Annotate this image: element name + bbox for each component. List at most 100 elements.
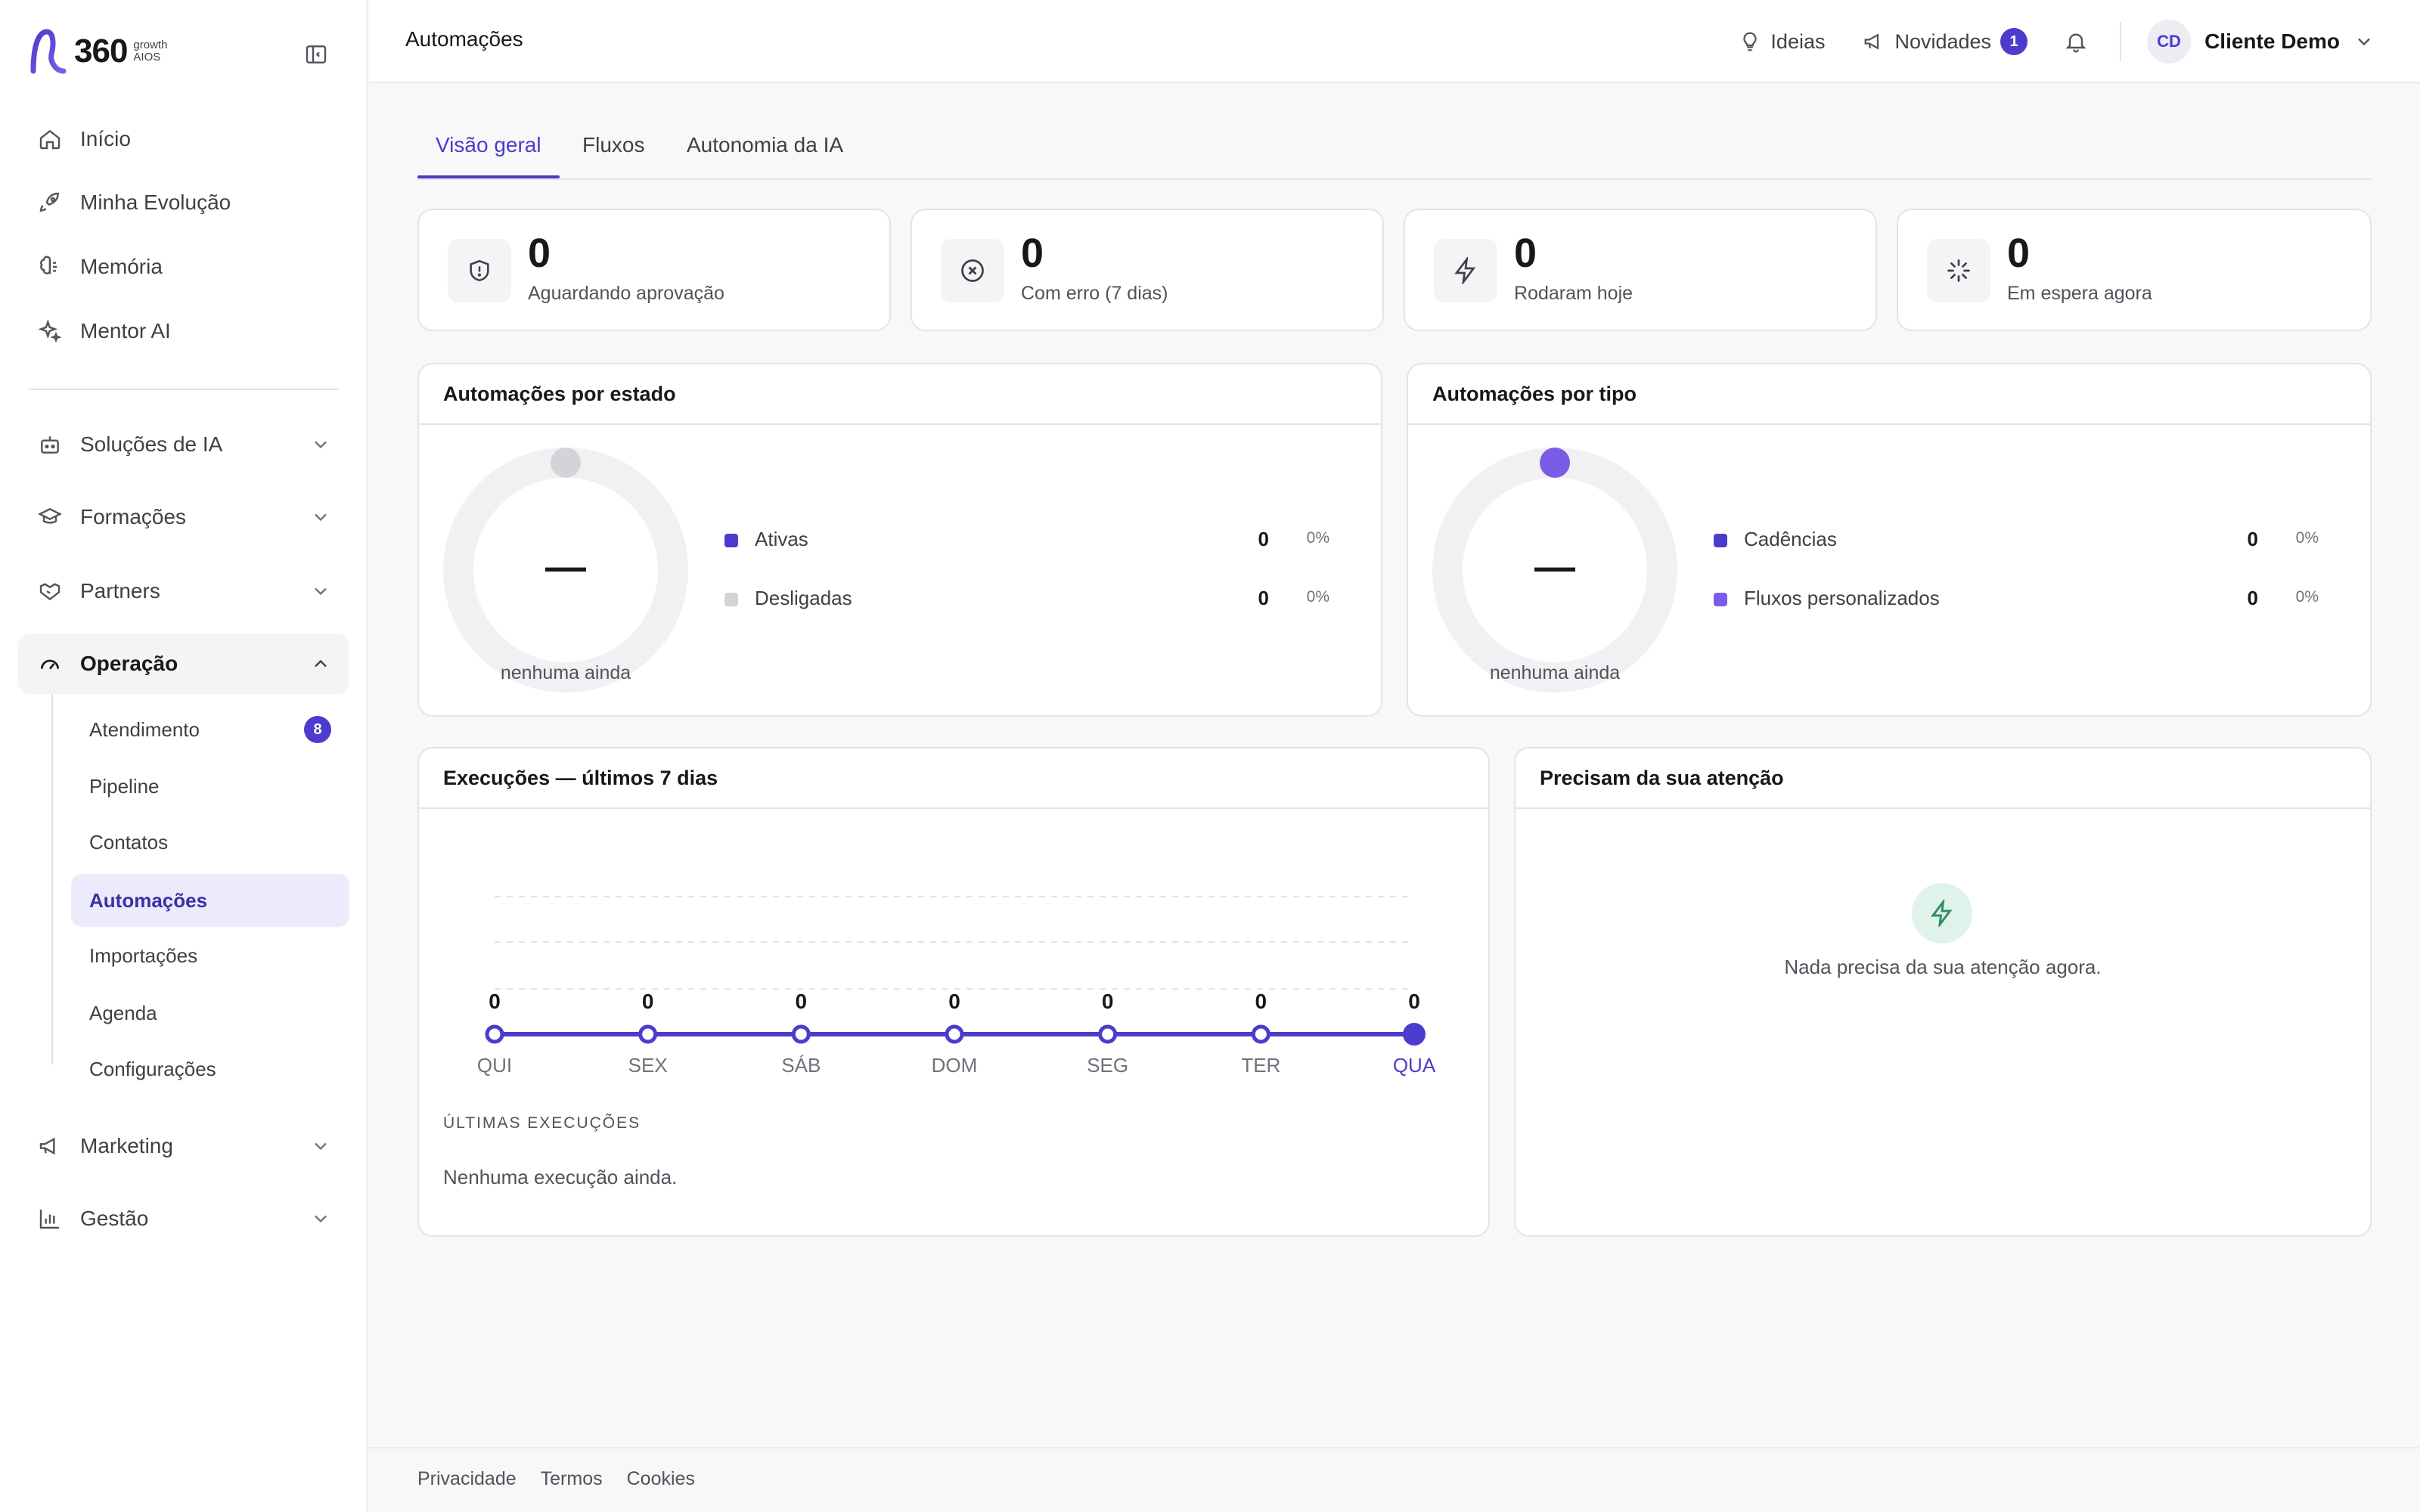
stat-value: 0 (1021, 231, 1044, 276)
donut-chart-tipo: — nenhuma ainda (1432, 448, 1677, 692)
card-execucoes: Execuções — últimos 7 dias 0 QUI 0 SEX 0 SÁB 0… (417, 747, 1490, 1237)
data-point-3[interactable] (945, 1024, 964, 1044)
chevron-down-icon (315, 1142, 327, 1151)
data-point-0[interactable] (485, 1024, 504, 1044)
megaphone-icon (36, 1132, 64, 1160)
brand-sub: growth AIOS (133, 39, 167, 64)
x-tick-label-5: TER (1241, 1054, 1280, 1077)
sidebar-subitem-automacoes[interactable]: Automações (71, 874, 349, 927)
sidebar-item-operacao[interactable]: Operação (18, 634, 349, 694)
chevron-down-icon (315, 587, 327, 596)
ideas-link[interactable]: Ideias (1739, 30, 1825, 54)
tab-label: Fluxos (582, 133, 645, 156)
avatar[interactable]: CD (2147, 20, 2192, 64)
card-title: Execuções — últimos 7 dias (419, 748, 1488, 809)
topbar-separator (2120, 22, 2122, 61)
loader-icon (1927, 239, 1990, 302)
sidebar-item-gestao[interactable]: Gestão (18, 1188, 349, 1249)
tab-visao-geral[interactable]: Visão geral (436, 133, 541, 180)
sidebar-item-formacoes[interactable]: Formações (18, 487, 349, 547)
bar-chart-icon (36, 1205, 64, 1232)
data-point-1[interactable] (638, 1024, 658, 1044)
sidebar: 360 growth AIOS Início Minha Evolução Me… (0, 0, 368, 1512)
stat-label: Em espera agora (2007, 283, 2152, 304)
active-tab-indicator (417, 175, 560, 178)
x-tick-label-6: QUA (1393, 1054, 1436, 1077)
sidebar-item-mentor-ai[interactable]: Mentor AI (18, 301, 349, 361)
lightbulb-icon (1743, 32, 1758, 51)
sidebar-subitem-label: Pipeline (89, 774, 160, 798)
data-point-2[interactable] (791, 1024, 811, 1044)
stat-label: Com erro (7 dias) (1021, 283, 1168, 304)
donut-marker (551, 448, 581, 478)
sidebar-item-minha-evolucao[interactable]: Minha Evolução (18, 172, 349, 233)
bell-icon[interactable] (2064, 29, 2088, 54)
stat-card-aguardando[interactable]: 0 Aguardando aprovação (417, 209, 891, 331)
brand-sub-bottom: AIOS (133, 51, 161, 64)
sidebar-subitem-contatos[interactable]: Contatos (71, 816, 349, 869)
sidebar-divider (29, 389, 339, 390)
brand-sub-top: growth (133, 39, 168, 51)
data-point-4[interactable] (1098, 1024, 1118, 1044)
card-title: Precisam da sua atenção (1516, 748, 2370, 809)
chevron-down-icon (315, 441, 327, 449)
card-title: Automações por estado (419, 364, 1381, 425)
sidebar-item-memoria[interactable]: Memória (18, 237, 349, 297)
data-point-6[interactable] (1403, 1023, 1426, 1046)
card-precisam-atencao: Precisam da sua atenção Nada precisa da … (1514, 747, 2372, 1237)
bot-icon (36, 431, 64, 458)
legend-swatch (1714, 534, 1727, 547)
sidebar-item-inicio[interactable]: Início (18, 109, 349, 169)
x-tick-label-1: SEX (628, 1054, 668, 1077)
sparkles-icon (36, 318, 64, 345)
tab-autonomia-da-ia[interactable]: Autonomia da IA (687, 133, 843, 180)
footer-link-termos[interactable]: Termos (541, 1468, 603, 1490)
ideas-label: Ideias (1770, 29, 1826, 53)
stat-card-rodaram-hoje[interactable]: 0 Rodaram hoje (1404, 209, 1877, 331)
donut-center-value: — (1534, 544, 1575, 590)
stat-card-em-espera[interactable]: 0 Em espera agora (1897, 209, 2372, 331)
legend-value: 0 (1258, 587, 1269, 609)
sidebar-subitem-label: Automações (89, 888, 208, 912)
attention-empty-text: Nada precisa da sua atenção agora. (1784, 956, 2102, 978)
footer: Privacidade Termos Cookies (369, 1447, 2420, 1512)
sidebar-item-label: Minha Evolução (80, 191, 231, 214)
legend-swatch (1714, 593, 1727, 606)
stat-label: Aguardando aprovação (528, 283, 724, 304)
sidebar-item-partners[interactable]: Partners (18, 561, 349, 621)
data-label-6: 0 (1408, 990, 1420, 1013)
footer-link-cookies[interactable]: Cookies (627, 1468, 695, 1490)
sidebar-subitem-importacoes[interactable]: Importações (71, 929, 349, 982)
brand-logo[interactable]: 360 growth AIOS (29, 29, 167, 74)
legend-pct: 0% (2295, 588, 2319, 606)
footer-link-privacidade[interactable]: Privacidade (417, 1468, 517, 1490)
legend-pct: 0% (1306, 529, 1329, 547)
legend-swatch (724, 534, 738, 547)
sidebar-subitem-pipeline[interactable]: Pipeline (71, 760, 349, 813)
megaphone-icon (1865, 33, 1879, 50)
sidebar-subitem-agenda[interactable]: Agenda (71, 987, 349, 1040)
x-tick-label-0: QUI (477, 1054, 512, 1077)
sidebar-item-marketing[interactable]: Marketing (18, 1116, 349, 1176)
sidebar-subitem-configuracoes[interactable]: Configurações (71, 1043, 349, 1095)
home-icon (36, 125, 64, 153)
donut-center-sub: nenhuma ainda (1489, 662, 1621, 683)
sidebar-collapse-button[interactable] (302, 41, 330, 68)
legend-label: Ativas (755, 528, 808, 550)
legend-value: 0 (2247, 528, 2258, 550)
tab-fluxos[interactable]: Fluxos (582, 133, 644, 180)
data-point-5[interactable] (1251, 1024, 1270, 1044)
data-label-3: 0 (948, 990, 960, 1013)
chevron-down-icon[interactable] (2353, 31, 2375, 52)
brand-name: 360 (74, 33, 128, 70)
news-link[interactable]: Novidades 1 (1863, 28, 2028, 55)
panel-left-icon (306, 45, 327, 64)
donut-chart-estado: — nenhuma ainda (443, 448, 688, 692)
sidebar-item-solucoes-de-ia[interactable]: Soluções de IA (18, 414, 349, 475)
footer-links: Privacidade Termos Cookies (417, 1468, 719, 1490)
stat-value: 0 (2007, 231, 2031, 276)
user-name[interactable]: Cliente Demo (2204, 29, 2340, 54)
tab-label: Autonomia da IA (687, 133, 844, 156)
sidebar-subitem-atendimento[interactable]: Atendimento 8 (71, 703, 349, 756)
stat-card-com-erro[interactable]: 0 Com erro (7 dias) (911, 209, 1384, 331)
